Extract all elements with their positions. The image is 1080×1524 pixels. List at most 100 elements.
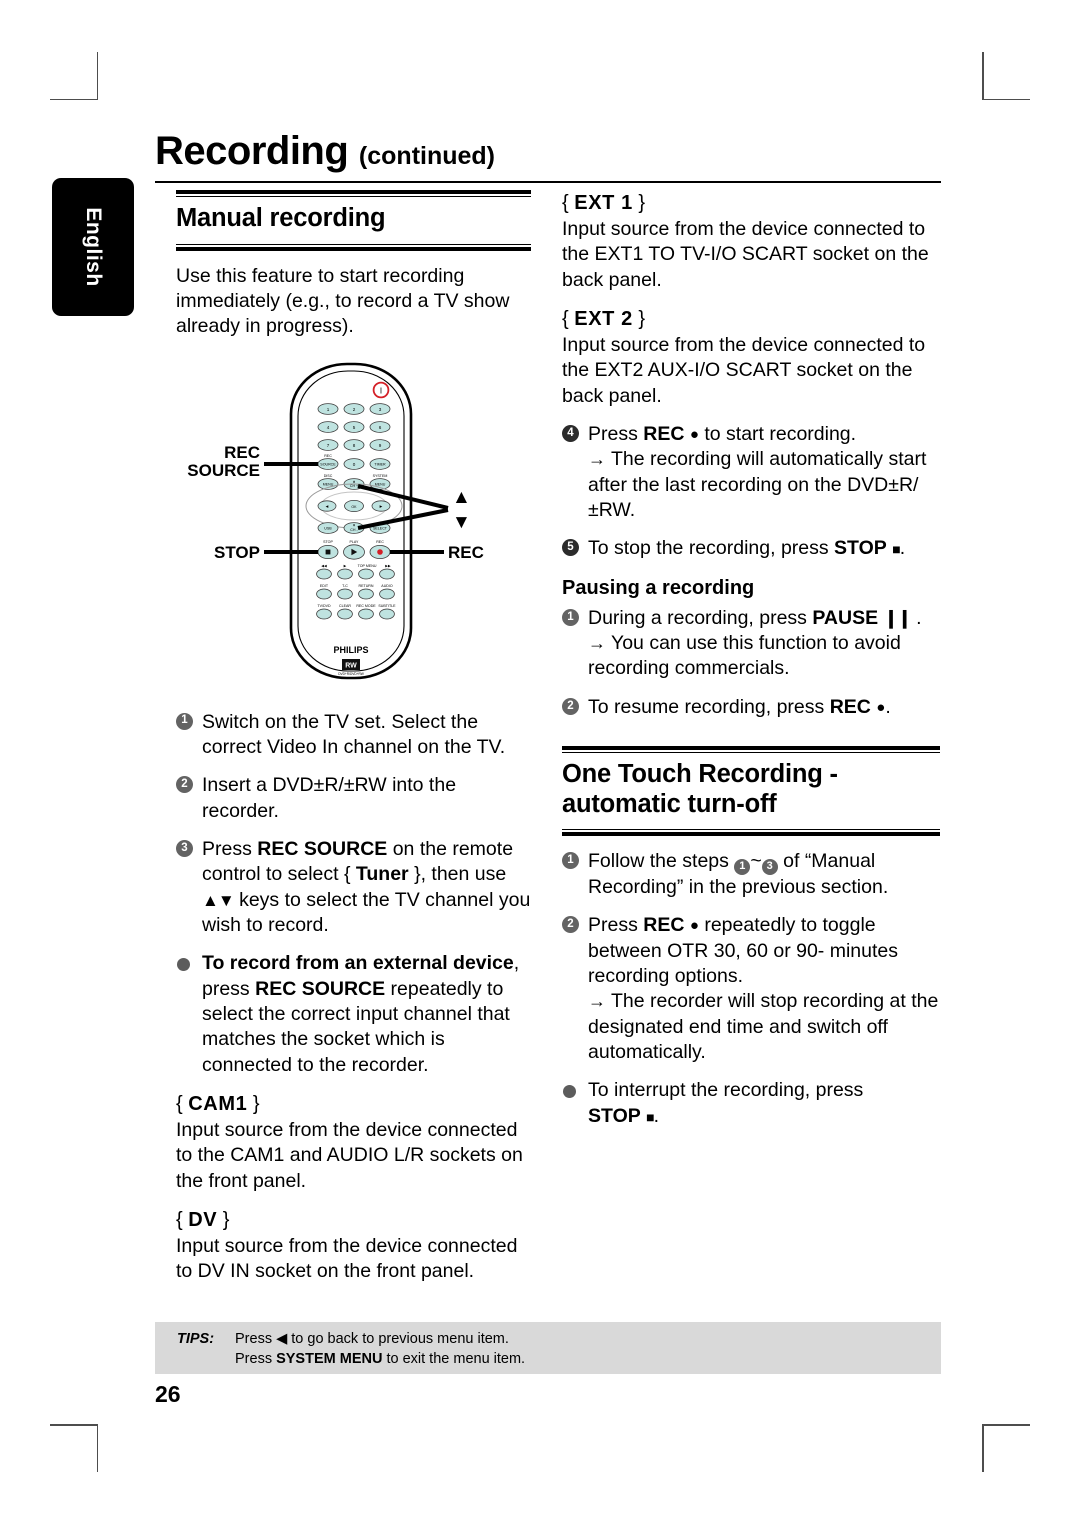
- source-body-cam1: Input source from the device connected t…: [176, 1119, 523, 1192]
- svg-text:MENU: MENU: [375, 482, 386, 486]
- page-title: Recording (continued): [155, 131, 941, 171]
- pausing-step-1-part2: .: [910, 606, 922, 629]
- svg-text:3: 3: [379, 406, 382, 411]
- svg-text:4: 4: [327, 424, 330, 429]
- crop-mark-top-right: [982, 52, 1030, 100]
- svg-text:5: 5: [353, 424, 356, 429]
- transport-row: STOP PLAY REC: [317, 540, 391, 560]
- svg-text:SUBTITLE: SUBTITLE: [378, 604, 396, 608]
- svg-text:1: 1: [327, 406, 330, 411]
- rec-dot-icon: ●: [689, 426, 699, 444]
- heading-rule-top: [176, 190, 531, 197]
- page-number: 26: [155, 1381, 181, 1407]
- otr-step-1: 1 Follow the steps 1 ~3 of “Manual Record…: [562, 849, 940, 900]
- step-number: 4: [562, 425, 579, 443]
- source-label-ext1: { EXT 1 }: [562, 192, 646, 214]
- step-4-result: → The recording will automatically start …: [588, 447, 940, 523]
- pausing-step-1-part1: During a recording, press: [588, 606, 813, 629]
- tips-label: TIPS:: [177, 1331, 215, 1347]
- otr-heading: One Touch Recording - automatic turn-off: [562, 746, 940, 837]
- source-label-text: DV: [188, 1209, 218, 1232]
- arrow-icon: →: [588, 449, 606, 470]
- source-body-ext1: Input source from the device connected t…: [562, 218, 929, 291]
- svg-text:REC: REC: [376, 540, 384, 544]
- step-ref-3: 3: [761, 858, 778, 875]
- svg-text:▲: ▲: [352, 479, 356, 483]
- pausing-step-2: 2 To resume recording, press REC ●.: [562, 695, 940, 720]
- heading-rule-bottom: [562, 829, 940, 837]
- pausing-step-2-part1: To resume recording, press: [588, 695, 830, 718]
- step-5-part1: To stop the recording, press: [588, 537, 835, 560]
- step-5: 5 To stop the recording, press STOP ■.: [562, 536, 940, 561]
- step-3-bold-tuner: Tuner: [355, 863, 409, 886]
- source-body-dv: Input source from the device connected t…: [176, 1235, 518, 1283]
- svg-text:USB: USB: [324, 526, 332, 530]
- crop-mark-top-left: [50, 52, 98, 100]
- arrow-icon: →: [588, 633, 606, 654]
- svg-text:8: 8: [353, 442, 356, 447]
- source-label-text: CAM1: [188, 1093, 248, 1116]
- svg-text:TIMER: TIMER: [374, 462, 386, 466]
- remote-control-figure: .bdy { fill:#fff; stroke:#000; stroke-wi…: [176, 358, 531, 688]
- svg-text:DVD+R/DVD+RW: DVD+R/DVD+RW: [338, 672, 364, 676]
- svg-text:OK: OK: [351, 504, 357, 508]
- step-number: 2: [176, 776, 193, 794]
- svg-text:CH -: CH -: [350, 527, 358, 531]
- pausing-step-1: 1 During a recording, press PAUSE ❙❙ . →…: [562, 606, 940, 682]
- tips-line-1-post: to go back to previous menu item.: [287, 1331, 509, 1347]
- step-4: 4 Press REC ● to start recording. → The r…: [562, 422, 940, 523]
- arrow-icon: →: [588, 991, 606, 1012]
- svg-text:SOURCE: SOURCE: [320, 462, 336, 466]
- left-column: Manual recording Use this feature to sta…: [176, 190, 531, 1298]
- step-3: 3 Press REC SOURCE on the remote control…: [176, 837, 531, 938]
- step-ref-1: 1: [734, 858, 751, 875]
- svg-text:9: 9: [379, 442, 382, 447]
- svg-text:REC MODE: REC MODE: [356, 604, 376, 608]
- svg-text:6: 6: [379, 424, 382, 429]
- svg-text:Ι: Ι: [380, 386, 382, 395]
- language-tab-label: English: [82, 207, 105, 287]
- source-label-text: EXT 1: [574, 192, 633, 214]
- step-number: 1: [176, 712, 193, 730]
- svg-text:PHILIPS: PHILIPS: [333, 645, 368, 655]
- svg-text:SYSTEM: SYSTEM: [373, 474, 388, 478]
- svg-text:7: 7: [327, 442, 330, 447]
- right-column: { EXT 1 } Input source from the device c…: [562, 190, 940, 1142]
- heading-rule-bottom: [176, 243, 531, 251]
- source-body-ext2: Input source from the device connected t…: [562, 334, 926, 407]
- otr-interrupt-part1: To interrupt the recording, press: [588, 1079, 864, 1102]
- stop-square-icon: ■: [892, 541, 901, 558]
- crop-mark-bottom-right: [982, 1424, 1030, 1472]
- manual-recording-title: Manual recording: [176, 204, 386, 232]
- otr-step-2: 2 Press REC ● repeatedly to toggle betwe…: [562, 913, 940, 1065]
- external-device-bullet: To record from an external device, press…: [176, 951, 531, 1078]
- otr-step-1-part1: Follow the steps: [588, 850, 735, 873]
- step-1: 1 Switch on the TV set. Select the corre…: [176, 710, 531, 761]
- otr-step-2-result-text: The recorder will stop recording at the …: [588, 990, 939, 1063]
- rec-dot-icon: ●: [689, 917, 699, 935]
- step-text: Insert a DVD±R/±RW into the recorder.: [202, 774, 457, 822]
- pausing-heading: Pausing a recording: [562, 576, 755, 599]
- bullet-dot-icon: [563, 1085, 576, 1099]
- step-5-bold-stop: STOP: [834, 537, 887, 560]
- tips-line-2-post: to exit the menu item.: [382, 1351, 526, 1367]
- pause-bars-icon: ❙❙: [883, 607, 913, 628]
- svg-text:EDIT: EDIT: [320, 584, 329, 588]
- otr-interrupt-bold-stop: STOP: [588, 1104, 641, 1127]
- tips-line-1: TIPS: Press ◀ to go back to previous menu…: [177, 1329, 941, 1349]
- callout-rec-source-line1: REC: [224, 443, 260, 462]
- svg-text:RW: RW: [345, 662, 357, 669]
- otr-bold-rec: REC: [643, 914, 685, 937]
- step-5-part2: .: [899, 537, 906, 560]
- svg-text:RETURN: RETURN: [359, 584, 374, 588]
- tips-line-1-pre: Press: [235, 1331, 277, 1347]
- otr-step-2-part1: Press: [588, 914, 644, 937]
- svg-text:T-C: T-C: [342, 584, 348, 588]
- step-number: 1: [562, 852, 579, 870]
- manual-recording-heading: Manual recording: [176, 190, 531, 251]
- step-number: 2: [562, 916, 579, 934]
- title-divider: [155, 181, 941, 183]
- step-2: 2 Insert a DVD±R/±RW into the recorder.: [176, 773, 531, 824]
- svg-text:STOP: STOP: [323, 540, 333, 544]
- language-tab: English: [52, 178, 134, 316]
